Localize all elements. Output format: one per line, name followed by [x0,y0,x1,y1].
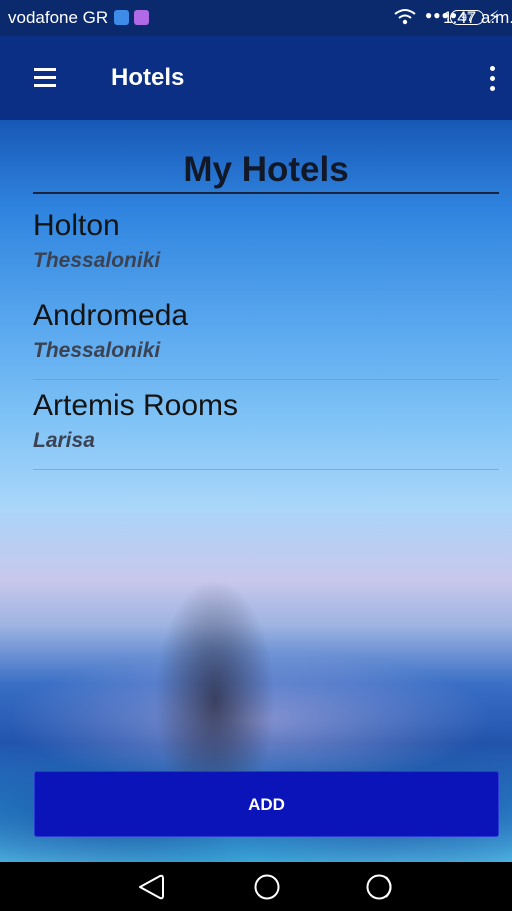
screen: vodafone GR ●●●● 97 ⚡ 1:47 a.m. Hotels M… [0,0,512,911]
hotel-list-item[interactable]: Artemis Rooms Larisa [33,382,499,470]
app-bar-title: Hotels [111,64,185,91]
app-bar: Hotels [0,36,512,120]
recent-apps-icon[interactable] [366,873,396,906]
hotel-city: Thessaloniki [33,339,161,362]
clock: 1:47 a.m. [443,8,512,27]
hotel-name: Andromeda [33,299,189,332]
hotel-name: Holton [33,209,120,242]
hamburger-menu-icon[interactable] [28,66,58,90]
add-button[interactable]: ADD [34,771,499,837]
hotel-list-item[interactable]: Andromeda Thessaloniki [33,292,499,380]
hotel-city: Thessaloniki [33,249,161,272]
hotel-name: Artemis Rooms [33,389,239,422]
hotel-list: Holton Thessaloniki Andromeda Thessaloni… [33,202,499,472]
system-nav-bar [0,862,512,911]
more-vert-icon[interactable] [482,64,502,94]
wifi-icon [393,7,417,32]
notification-app-icon [134,10,149,25]
carrier-name: vodafone GR [8,8,109,27]
status-bar: vodafone GR ●●●● 97 ⚡ 1:47 a.m. [0,0,512,36]
home-circle-icon[interactable] [253,873,281,906]
notification-app-icon [114,10,129,25]
hotel-city: Larisa [33,429,95,452]
page-title: My Hotels [33,150,499,194]
hotel-list-item[interactable]: Holton Thessaloniki [33,202,499,290]
back-triangle-icon[interactable] [136,873,166,906]
